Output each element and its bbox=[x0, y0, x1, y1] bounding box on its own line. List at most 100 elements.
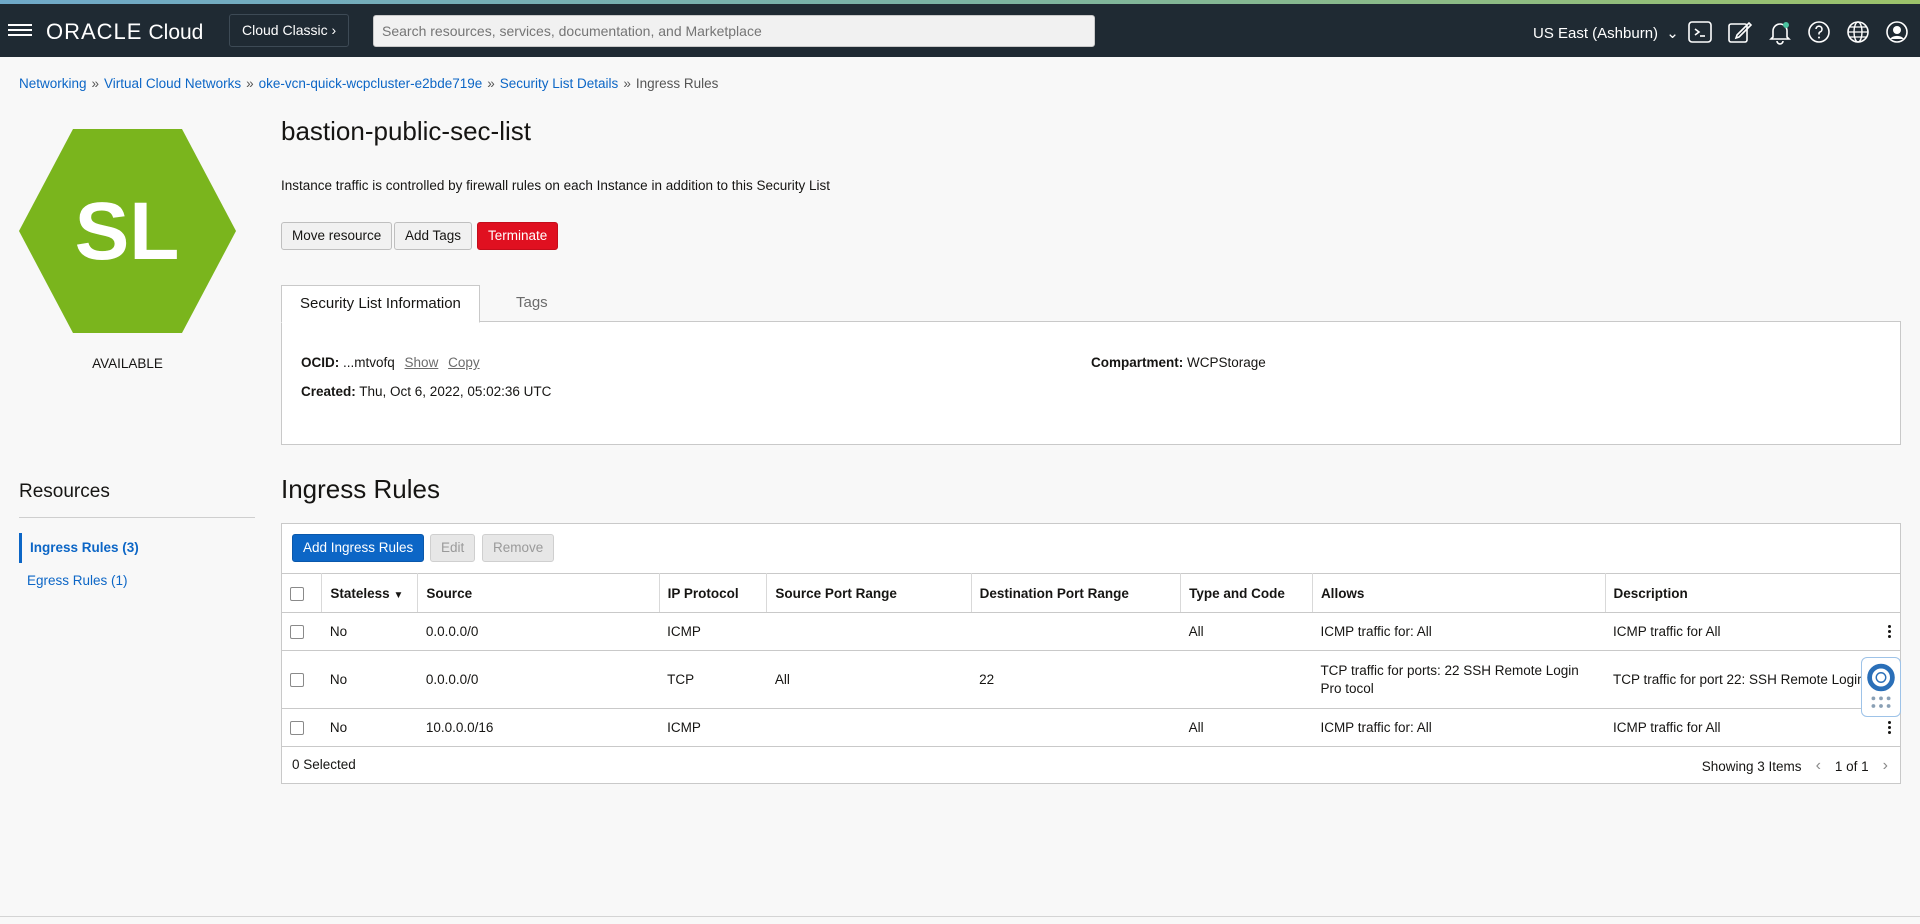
created-row: Created: Thu, Oct 6, 2022, 05:02:36 UTC bbox=[301, 384, 551, 399]
security-list-hexagon-icon: SL bbox=[19, 129, 236, 333]
terminate-button[interactable]: Terminate bbox=[477, 222, 559, 250]
cell-source-port bbox=[766, 612, 972, 651]
cloud-classic-button[interactable]: Cloud Classic › bbox=[229, 14, 350, 47]
cell-source-port bbox=[766, 708, 972, 747]
hexagon-label: SL bbox=[75, 186, 180, 277]
cell-stateless: No bbox=[321, 612, 418, 651]
table-row[interactable]: No 0.0.0.0/0 ICMP All ICMP traffic for: … bbox=[282, 612, 1900, 651]
row-select-cell bbox=[282, 708, 322, 747]
show-ocid-link[interactable]: Show bbox=[405, 355, 439, 370]
cell-stateless: No bbox=[321, 708, 418, 747]
breadcrumb-vcn[interactable]: oke-vcn-quick-wcpcluster-e2bde719e bbox=[259, 76, 483, 91]
row-checkbox[interactable] bbox=[290, 720, 304, 735]
breadcrumb-current: Ingress Rules bbox=[635, 76, 719, 91]
select-all-checkbox[interactable] bbox=[290, 586, 304, 601]
cell-allows: ICMP traffic for: All bbox=[1312, 708, 1605, 747]
row-checkbox[interactable] bbox=[290, 624, 304, 639]
resources-heading: Resources bbox=[19, 481, 110, 502]
chevron-right-icon: › bbox=[331, 22, 337, 38]
remove-button[interactable]: Remove bbox=[482, 534, 555, 562]
chevron-down-icon: ⌄ bbox=[1666, 25, 1679, 42]
previous-page-icon[interactable]: ‹ bbox=[1816, 757, 1821, 775]
column-header-ip-protocol: IP Protocol bbox=[659, 573, 768, 613]
breadcrumb-networking[interactable]: Networking bbox=[19, 76, 87, 91]
ocid-row: OCID: ...mtvofq Show Copy bbox=[301, 355, 480, 370]
cell-destination-port bbox=[971, 612, 1181, 651]
ingress-rules-heading: Ingress Rules bbox=[281, 474, 440, 504]
created-value: Thu, Oct 6, 2022, 05:02:36 UTC bbox=[359, 384, 552, 399]
next-page-icon[interactable]: › bbox=[1883, 757, 1888, 775]
row-select-cell bbox=[282, 650, 322, 709]
cell-type-code bbox=[1180, 650, 1313, 709]
copy-ocid-link[interactable]: Copy bbox=[448, 355, 480, 370]
ocid-label: OCID: bbox=[301, 355, 340, 370]
move-resource-button[interactable]: Move resource bbox=[281, 222, 393, 250]
breadcrumb: Networking » Virtual Cloud Networks » oke-vc… bbox=[19, 76, 718, 91]
profile-icon[interactable] bbox=[1884, 19, 1910, 45]
add-tags-button[interactable]: Add Tags bbox=[394, 222, 473, 250]
edit-button[interactable]: Edit bbox=[430, 534, 476, 562]
tab-tags[interactable]: Tags bbox=[498, 285, 566, 323]
cell-description: ICMP traffic for All bbox=[1605, 612, 1900, 651]
table-header-row: Stateless ▼ Source IP Protocol Source Po… bbox=[282, 573, 1900, 613]
help-lifebuoy-widget[interactable] bbox=[1861, 657, 1901, 717]
column-header-type-and-code: Type and Code bbox=[1180, 573, 1313, 613]
region-selector[interactable]: US East (Ashburn) ⌄ bbox=[1533, 24, 1679, 42]
ocid-value: ...mtvofq bbox=[343, 355, 395, 370]
cell-destination-port bbox=[971, 708, 1181, 747]
table-row[interactable]: No 0.0.0.0/0 TCP All 22 TCP traffic for … bbox=[282, 650, 1900, 709]
showing-count: Showing 3 Items bbox=[1701, 758, 1802, 774]
breadcrumb-security-list[interactable]: Security List Details bbox=[500, 76, 619, 91]
cell-stateless: No bbox=[321, 650, 418, 709]
top-navigation-bar: ORACLE Cloud Cloud Classic › US East (As… bbox=[0, 4, 1920, 57]
column-header-stateless[interactable]: Stateless ▼ bbox=[321, 573, 419, 613]
page-bottom-divider bbox=[0, 916, 1920, 917]
select-all-cell bbox=[282, 573, 323, 613]
cell-protocol: TCP bbox=[659, 650, 767, 709]
cell-protocol: ICMP bbox=[659, 612, 767, 651]
lifebuoy-icon bbox=[1867, 663, 1895, 708]
cell-source: 0.0.0.0/0 bbox=[417, 612, 660, 651]
cell-allows: ICMP traffic for: All bbox=[1312, 612, 1605, 651]
breadcrumb-separator: » bbox=[246, 76, 254, 91]
created-label: Created: bbox=[301, 384, 356, 399]
language-icon[interactable] bbox=[1845, 19, 1871, 45]
help-icon[interactable] bbox=[1806, 19, 1832, 45]
cell-type-code: All bbox=[1180, 708, 1313, 747]
region-label: US East (Ashburn) bbox=[1533, 25, 1659, 42]
selected-count: 0 Selected bbox=[292, 757, 356, 772]
compartment-label: Compartment: bbox=[1091, 355, 1184, 370]
table-row[interactable]: No 10.0.0.0/16 ICMP All ICMP traffic for… bbox=[282, 708, 1900, 747]
code-editor-icon[interactable] bbox=[1727, 19, 1753, 45]
cell-protocol: ICMP bbox=[659, 708, 767, 747]
cell-type-code: All bbox=[1180, 612, 1313, 651]
tab-security-list-information[interactable]: Security List Information bbox=[281, 285, 480, 323]
resource-link-ingress-rules[interactable]: Ingress Rules (3) bbox=[19, 533, 255, 563]
cell-description: ICMP traffic for All bbox=[1605, 708, 1900, 747]
pagination: Showing 3 Items ‹ 1 of 1 › bbox=[1702, 757, 1888, 775]
oracle-cloud-logo[interactable]: ORACLE Cloud bbox=[46, 19, 203, 44]
ingress-rules-table: Stateless ▼ Source IP Protocol Source Po… bbox=[282, 573, 1900, 747]
ingress-rules-table-container: Add Ingress Rules Edit Remove Stateless … bbox=[281, 523, 1901, 784]
notifications-icon[interactable] bbox=[1767, 19, 1793, 45]
page-title: bastion-public-sec-list bbox=[281, 116, 531, 146]
resource-link-egress-rules[interactable]: Egress Rules (1) bbox=[19, 566, 255, 596]
cell-allows: TCP traffic for ports: 22 SSH Remote Log… bbox=[1312, 650, 1605, 709]
search-input[interactable] bbox=[373, 15, 1095, 47]
cloud-shell-icon[interactable] bbox=[1687, 19, 1713, 45]
row-checkbox[interactable] bbox=[290, 672, 304, 687]
breadcrumb-vcns[interactable]: Virtual Cloud Networks bbox=[104, 76, 241, 91]
cell-description: TCP traffic for port 22: SSH Remote Logi… bbox=[1605, 650, 1900, 709]
cell-source: 0.0.0.0/0 bbox=[417, 650, 660, 709]
add-ingress-rules-button[interactable]: Add Ingress Rules bbox=[292, 534, 425, 562]
compartment-row: Compartment: WCPStorage bbox=[1091, 355, 1266, 370]
row-actions-kebab-icon[interactable] bbox=[1886, 720, 1892, 736]
column-header-allows: Allows bbox=[1312, 573, 1606, 613]
column-label: Stateless bbox=[330, 585, 390, 601]
column-header-destination-port-range: Destination Port Range bbox=[971, 573, 1182, 613]
row-actions-kebab-icon[interactable] bbox=[1886, 624, 1892, 640]
menu-icon[interactable] bbox=[8, 21, 32, 41]
column-header-source: Source bbox=[417, 573, 660, 613]
status-label: AVAILABLE bbox=[92, 356, 163, 371]
brand-oracle: ORACLE bbox=[46, 19, 143, 44]
